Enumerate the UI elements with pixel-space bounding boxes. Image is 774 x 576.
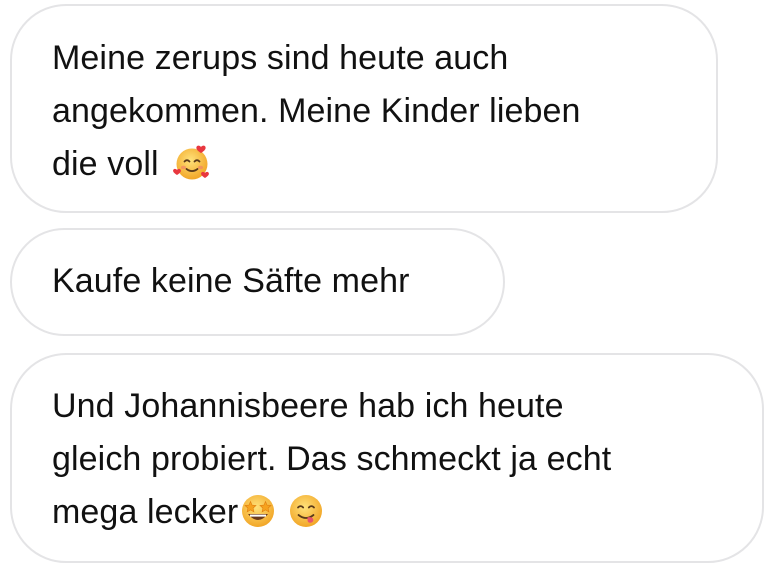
star-struck-icon [238,491,278,531]
message-text-line: die voll [52,138,680,191]
message-bubble[interactable]: Meine zerups sind heute auch angekommen.… [10,4,718,213]
message-text-line: Und Johannisbeere hab ich heute [52,387,564,425]
face-savoring-food-icon [286,491,326,531]
message-text-fragment: die voll [52,145,159,183]
message-text-line: gleich probiert. Das schmeckt ja echt [52,440,612,478]
message-text-line: Meine zerups sind heute auch [52,39,509,77]
message-bubble[interactable]: Kaufe keine Säfte mehr [10,228,505,336]
message-bubble[interactable]: Und Johannisbeere hab ich heute gleich p… [10,353,764,563]
message-text-fragment: mega lecker [52,493,239,531]
message-text-line: angekommen. Meine Kinder lieben [52,92,581,130]
smiling-face-with-hearts-icon [172,143,212,183]
message-text-line: mega lecker [52,486,726,539]
chat-thread: Meine zerups sind heute auch angekommen.… [0,0,774,576]
message-text-line: Kaufe keine Säfte mehr [52,262,410,300]
